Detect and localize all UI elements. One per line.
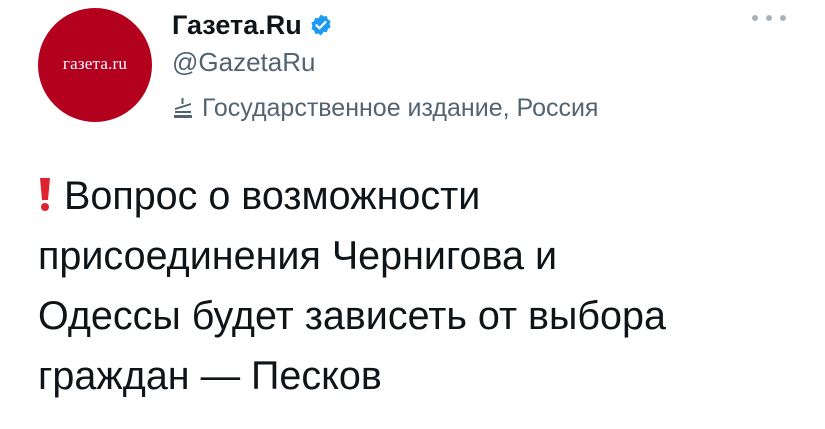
account-label[interactable]: Государственное издание, Россия: [172, 91, 598, 125]
government-building-icon: [172, 97, 194, 119]
more-dot: [752, 15, 758, 21]
tweet-line: Вопрос о возможности: [38, 166, 808, 226]
tweet-card: газета.ru Газета.Ru @GazetaRu Государств…: [0, 0, 825, 429]
red-exclamation-icon: [38, 169, 52, 211]
more-dot: [766, 15, 772, 21]
more-dot: [780, 15, 786, 21]
avatar-logo-text: газета.ru: [62, 54, 128, 73]
verified-badge-icon: [309, 13, 333, 37]
tweet-line: присоединения Чернигова и: [38, 234, 558, 278]
tweet-line: Одессы будет зависеть от выбора: [38, 294, 666, 338]
tweet-line: граждан — Песков: [38, 354, 382, 398]
more-options-icon[interactable]: [752, 8, 786, 28]
author-name-row: Газета.Ru: [172, 8, 333, 42]
account-label-text: Государственное издание, Россия: [202, 93, 599, 122]
author-handle[interactable]: @GazetaRu: [172, 47, 315, 78]
author-display-name[interactable]: Газета.Ru: [172, 10, 302, 41]
tweet-line-text: Вопрос о возможности: [64, 174, 481, 218]
avatar[interactable]: газета.ru: [38, 8, 152, 122]
tweet-text: Вопрос о возможности присоединения Черни…: [38, 166, 808, 406]
